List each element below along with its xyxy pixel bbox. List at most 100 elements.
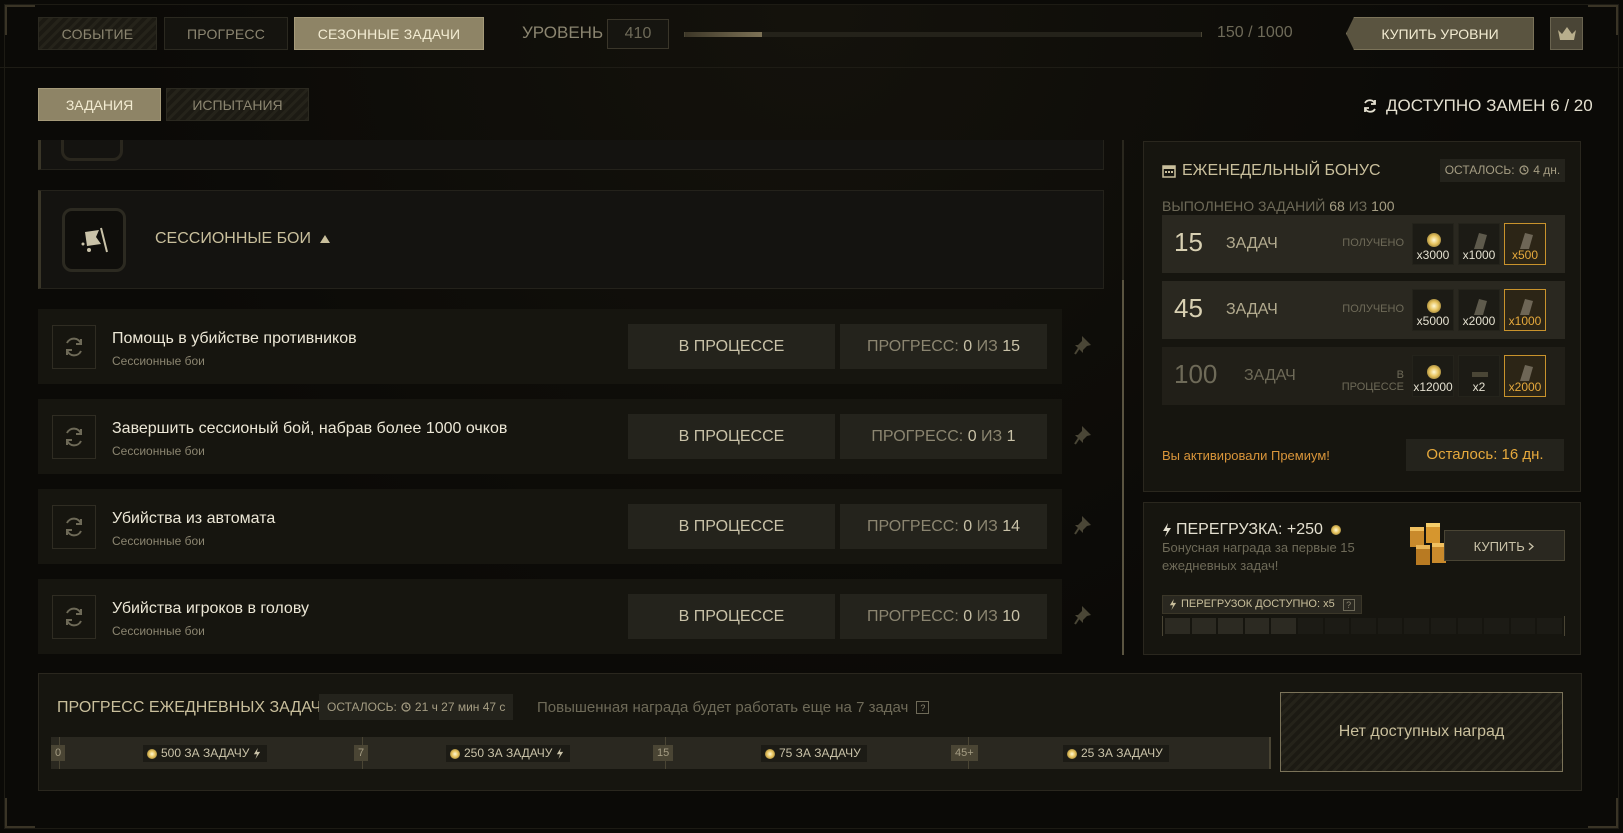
scrollbar-thumb[interactable] [1122, 280, 1124, 655]
tab-event[interactable]: СОБЫТИЕ [38, 17, 157, 50]
tab-progress[interactable]: ПРОГРЕСС [164, 17, 288, 50]
reward-premium-scrap[interactable]: x2000 [1504, 355, 1546, 397]
task-status: В ПРОЦЕССЕ [628, 504, 835, 549]
milestone-marker: 45+ [951, 745, 978, 761]
coin-icon [1427, 233, 1441, 247]
milestone-marker: 7 [354, 745, 369, 761]
milestone-marker: 15 [653, 745, 674, 761]
replacements-counter: ДОСТУПНО ЗАМЕН 6 / 20 [1362, 96, 1593, 116]
collapse-arrow-icon[interactable] [319, 234, 331, 244]
overload-segment [1510, 618, 1536, 634]
task-replace-button[interactable] [52, 505, 96, 549]
weekly-bonus-title-text: ЕЖЕНЕДЕЛЬНЫЙ БОНУС [1182, 162, 1381, 179]
task-replace-button[interactable] [52, 325, 96, 369]
no-rewards-box[interactable]: Нет доступных наград [1280, 692, 1563, 772]
coin-icon [765, 748, 775, 759]
reward-coins[interactable]: x5000 [1412, 289, 1454, 331]
level-progress-fill [685, 32, 763, 37]
overload-panel: ПЕРЕГРУЗКА: +250 Бонусная награда за пер… [1143, 502, 1581, 655]
subtab-challenges[interactable]: ИСПЫТАНИЯ [166, 88, 309, 121]
task-replace-button[interactable] [52, 415, 96, 459]
level-label: УРОВЕНЬ [522, 23, 604, 42]
task-title: Завершить сессионый бой, набрав более 10… [112, 420, 508, 437]
reward-coins[interactable]: x12000 [1412, 355, 1454, 397]
task-progress: ПРОГРЕСС: 0 ИЗ 1 [840, 414, 1047, 459]
overload-segment [1484, 618, 1509, 634]
overload-segment [1165, 618, 1190, 634]
tier-state: ПОЛУЧЕНО [1342, 237, 1404, 249]
flag-icon [62, 208, 126, 272]
overload-segment [1537, 618, 1562, 634]
task-status: В ПРОЦЕССЕ [628, 324, 835, 369]
coin-icon [1330, 525, 1341, 535]
coin-icon [1427, 299, 1441, 313]
task-category: Сессионные бои [112, 354, 205, 368]
task-row: Убийства игроков в голову Сессионные бои… [38, 579, 1091, 654]
pin-icon[interactable] [1074, 515, 1092, 535]
lightning-icon [254, 748, 261, 759]
tier-state: ПОЛУЧЕНО [1342, 303, 1404, 315]
lightning-icon [1163, 523, 1171, 537]
refresh-icon [66, 337, 82, 357]
daily-progress-title: ПРОГРЕСС ЕЖЕДНЕВНЫХ ЗАДАЧ [57, 699, 322, 716]
pin-icon[interactable] [1074, 605, 1092, 625]
pin-icon[interactable] [1074, 335, 1092, 355]
help-icon[interactable]: ? [1342, 598, 1355, 611]
crown-button[interactable] [1550, 17, 1583, 50]
overload-segment [1430, 618, 1456, 634]
reward-rate-chip: 500 ЗА ЗАДАЧУ [143, 745, 268, 762]
weekly-bonus-title: ЕЖЕНЕДЕЛЬНЫЙ БОНУС [1162, 162, 1381, 180]
clock-icon [1519, 165, 1529, 175]
task-list[interactable]: СЕССИОННЫЕ БОИ Помощь в убийстве противн… [38, 140, 1128, 655]
reward-scrap[interactable]: x1000 [1458, 223, 1500, 265]
reward-rate-chip: 75 ЗА ЗАДАЧУ [761, 745, 867, 762]
task-category: Сессионные бои [112, 444, 205, 458]
task-row: Помощь в убийстве противников Сессионные… [38, 309, 1091, 384]
overload-segment [1377, 618, 1403, 634]
level-value: 410 [607, 19, 669, 49]
tab-seasonal-tasks[interactable]: СЕЗОННЫЕ ЗАДАЧИ [294, 17, 484, 50]
subtab-tasks[interactable]: ЗАДАНИЯ [38, 88, 161, 121]
reward-item[interactable]: x2 [1458, 355, 1500, 397]
premium-message: Вы активировали Премиум! [1162, 448, 1330, 463]
level-progress-bar [684, 32, 1202, 37]
overload-buy-button[interactable]: КУПИТЬ [1444, 530, 1565, 561]
overload-segment [1404, 618, 1429, 634]
help-icon[interactable]: ? [916, 701, 930, 714]
overload-segment [1297, 618, 1323, 634]
weekly-time-left: ОСТАЛОСЬ: 4 дн. [1440, 159, 1565, 182]
category-header-partial[interactable] [38, 140, 1104, 170]
reward-coins[interactable]: x3000 [1412, 223, 1454, 265]
daily-progress-track: 0 500 ЗА ЗАДАЧУ 7 250 ЗА ЗАДАЧУ 15 75 ЗА… [51, 737, 1271, 769]
task-progress: ПРОГРЕСС: 0 ИЗ 10 [840, 594, 1047, 639]
coin-icon [147, 748, 157, 759]
pin-icon[interactable] [1074, 425, 1092, 445]
overload-available: ПЕРЕГРУЗОК ДОСТУПНО: x5 ? [1162, 595, 1362, 614]
overload-segment [1271, 618, 1296, 634]
category-header-session-battles[interactable]: СЕССИОННЫЕ БОИ [38, 190, 1104, 289]
task-progress: ПРОГРЕСС: 0 ИЗ 15 [840, 324, 1047, 369]
category-title: СЕССИОННЫЕ БОИ [155, 230, 331, 248]
reward-premium-scrap[interactable]: x1000 [1504, 289, 1546, 331]
daily-progress-panel: ПРОГРЕСС ЕЖЕДНЕВНЫХ ЗАДАЧ ОСТАЛОСЬ: 21 ч… [38, 673, 1582, 791]
tier-number: 100 [1174, 359, 1218, 389]
overload-segment [1351, 618, 1376, 634]
lightning-icon [557, 748, 564, 759]
buy-levels-button[interactable]: КУПИТЬ УРОВНИ [1346, 17, 1534, 50]
refresh-icon [1364, 99, 1376, 113]
weekly-tier: 100 ЗАДАЧ В ПРОЦЕССЕ x12000 x2 x2000 [1162, 347, 1565, 405]
reward-scrap[interactable]: x2000 [1458, 289, 1500, 331]
task-title: Убийства из автомата [112, 510, 276, 527]
refresh-icon [66, 427, 82, 447]
task-replace-button[interactable] [52, 595, 96, 639]
level-progress-count: 150 / 1000 [1217, 24, 1293, 41]
overload-progress-bar [1162, 616, 1565, 636]
tier-state: В ПРОЦЕССЕ [1341, 369, 1404, 393]
task-status: В ПРОЦЕССЕ [628, 594, 835, 639]
reward-premium-scrap[interactable]: x500 [1504, 223, 1546, 265]
calendar-icon [1162, 165, 1176, 178]
overload-title-text: ПЕРЕГРУЗКА: +250 [1176, 521, 1323, 538]
milestone-marker: 0 [51, 745, 66, 761]
task-category: Сессионные бои [112, 624, 205, 638]
chevron-right-icon [1528, 542, 1535, 551]
